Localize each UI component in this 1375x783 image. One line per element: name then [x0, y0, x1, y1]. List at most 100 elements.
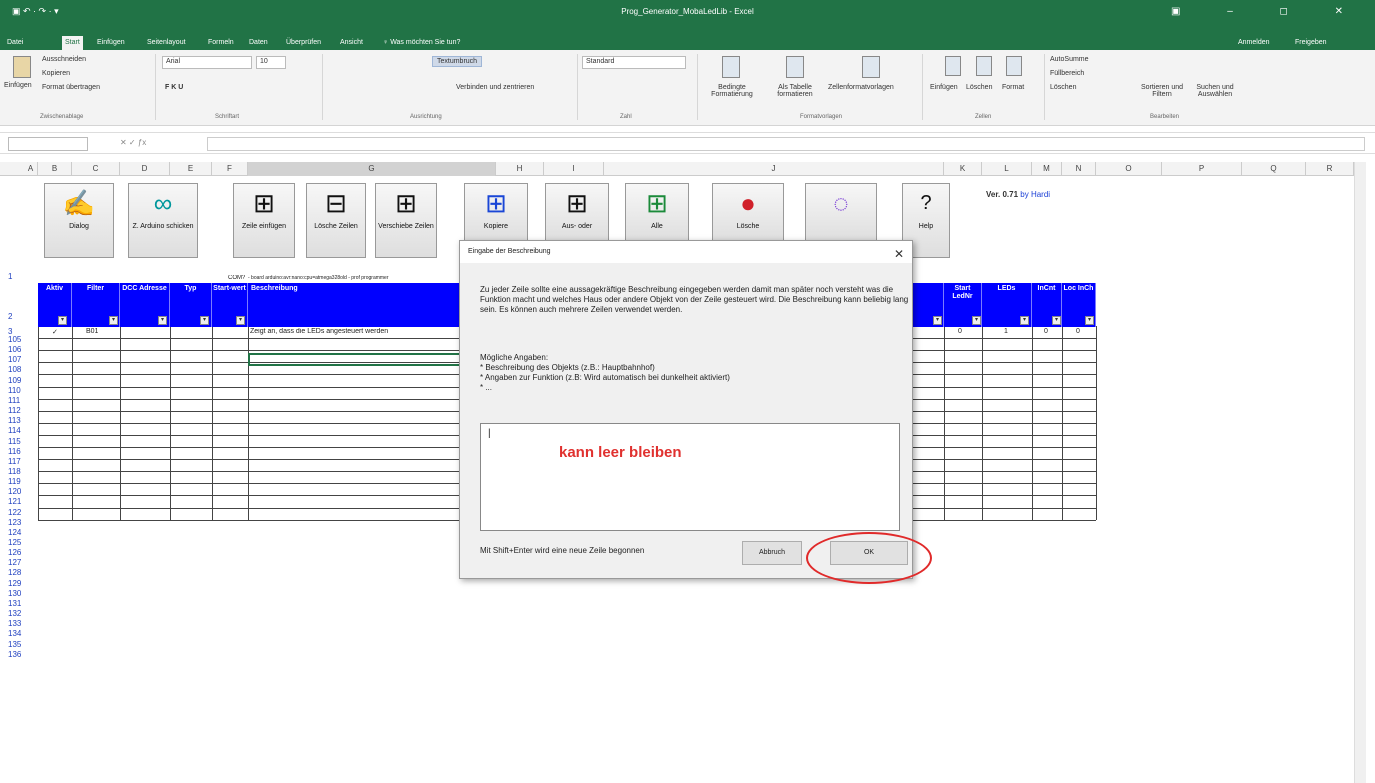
- col-header[interactable]: O: [1096, 162, 1162, 176]
- autosum-button[interactable]: AutoSumme: [1050, 56, 1089, 63]
- copy-rows-button[interactable]: ⊞ Kopiere: [464, 183, 528, 243]
- close-icon[interactable]: ✕: [894, 243, 904, 265]
- fx-icon[interactable]: ✕ ✓ ƒx: [120, 138, 146, 147]
- font-name-select[interactable]: Arial: [162, 56, 252, 69]
- copy-rows-icon: ⊞: [485, 188, 507, 218]
- insert-cells-icon[interactable]: [945, 56, 961, 76]
- color-wheel-button[interactable]: ◌: [805, 183, 877, 243]
- col-header[interactable]: E: [170, 162, 212, 176]
- board-note: - board arduino:avr:nano:cpu=atmega328ol…: [248, 275, 389, 281]
- col-header[interactable]: F: [212, 162, 248, 176]
- col-header[interactable]: N: [1062, 162, 1096, 176]
- cell-start-led[interactable]: 0: [958, 328, 962, 335]
- send-arduino-button[interactable]: ∞ Z. Arduino schicken: [128, 183, 198, 258]
- show-all-icon: ⊞: [646, 188, 668, 218]
- col-header[interactable]: Q: [1242, 162, 1306, 176]
- col-header[interactable]: P: [1162, 162, 1242, 176]
- filter-dropdown-icon[interactable]: ▾: [1085, 316, 1094, 325]
- filter-dropdown-icon[interactable]: ▾: [1020, 316, 1029, 325]
- find-select-button[interactable]: Suchen und Auswählen: [1190, 84, 1240, 98]
- col-header[interactable]: G: [248, 162, 496, 176]
- col-header[interactable]: J: [604, 162, 944, 176]
- show-all-button[interactable]: ⊞ Alle: [625, 183, 689, 243]
- col-header[interactable]: L: [982, 162, 1032, 176]
- ribbon-tabs: Datei Start Einfügen Seitenlayout Formel…: [0, 34, 1375, 50]
- paste-button[interactable]: Einfügen: [4, 82, 32, 89]
- filter-dropdown-icon[interactable]: ▾: [58, 316, 67, 325]
- filter-dropdown-icon[interactable]: ▾: [972, 316, 981, 325]
- conditional-formatting-button[interactable]: Bedingte Formatierung: [702, 84, 762, 98]
- filter-dropdown-icon[interactable]: ▾: [236, 316, 245, 325]
- col-header[interactable]: K: [944, 162, 982, 176]
- cell-filter[interactable]: B01: [86, 328, 98, 335]
- description-input[interactable]: | kann leer bleiben: [480, 423, 900, 531]
- col-header[interactable]: D: [120, 162, 170, 176]
- move-rows-button[interactable]: ⊞ Verschiebe Zeilen: [375, 183, 437, 258]
- cell-beschreibung[interactable]: Zeigt an, dass die LEDs angesteuert werd…: [250, 328, 458, 335]
- move-rows-icon: ⊞: [395, 188, 417, 218]
- vertical-scrollbar[interactable]: [1354, 162, 1366, 783]
- wrap-text-button[interactable]: Textumbruch: [432, 56, 483, 67]
- dialog-button[interactable]: ✍ Dialog: [44, 183, 114, 258]
- name-box[interactable]: [8, 137, 88, 151]
- delete-new-button[interactable]: ● Lösche: [712, 183, 784, 243]
- filter-dropdown-icon[interactable]: ▾: [1052, 316, 1061, 325]
- format-cells-button[interactable]: Format: [1002, 84, 1024, 91]
- merge-center-button[interactable]: Verbinden und zentrieren: [456, 84, 534, 91]
- number-group-label: Zahl: [620, 114, 632, 120]
- delete-rows-button[interactable]: ⊟ Lösche Zeilen: [306, 183, 366, 258]
- copy-button[interactable]: Kopieren: [42, 70, 70, 77]
- tell-me-search[interactable]: ♀ Was möchten Sie tun?: [380, 36, 463, 50]
- format-painter-button[interactable]: Format übertragen: [42, 84, 100, 91]
- col-header[interactable]: H: [496, 162, 544, 176]
- col-header[interactable]: R: [1306, 162, 1354, 176]
- cancel-button[interactable]: Abbruch: [742, 541, 802, 565]
- formula-input[interactable]: [207, 137, 1365, 151]
- filter-dropdown-icon[interactable]: ▾: [109, 316, 118, 325]
- window-controls[interactable]: ▣ – ◻ ✕: [1171, 6, 1365, 17]
- conditional-formatting-icon[interactable]: [722, 56, 740, 78]
- col-header[interactable]: C: [72, 162, 120, 176]
- clear-button[interactable]: Löschen: [1050, 84, 1076, 91]
- insert-cells-button[interactable]: Einfügen: [930, 84, 958, 91]
- number-format-select[interactable]: Standard: [582, 56, 686, 69]
- hide-rows-button[interactable]: ⊞ Aus- oder: [545, 183, 609, 243]
- col-header[interactable]: M: [1032, 162, 1062, 176]
- filter-dropdown-icon[interactable]: ▾: [200, 316, 209, 325]
- col-header[interactable]: A: [24, 162, 38, 176]
- cell-styles-button[interactable]: Zellenformatvorlagen: [828, 84, 894, 91]
- format-as-table-button[interactable]: Als Tabelle formatieren: [762, 84, 828, 98]
- tab-daten[interactable]: Daten: [246, 36, 271, 50]
- format-cells-icon[interactable]: [1006, 56, 1022, 76]
- cell-incnt[interactable]: 0: [1044, 328, 1048, 335]
- tab-datei[interactable]: Datei: [4, 36, 26, 50]
- tab-einfuegen[interactable]: Einfügen: [94, 36, 128, 50]
- bold-italic-underline-buttons[interactable]: F K U: [165, 84, 183, 91]
- fill-button[interactable]: Füllbereich: [1050, 70, 1084, 77]
- sign-in-link[interactable]: Anmelden: [1235, 36, 1273, 50]
- delete-cells-icon[interactable]: [976, 56, 992, 76]
- filter-dropdown-icon[interactable]: ▾: [933, 316, 942, 325]
- tab-start[interactable]: Start: [62, 36, 83, 50]
- tab-ueberpruefen[interactable]: Überprüfen: [283, 36, 324, 50]
- selected-cell[interactable]: [248, 353, 462, 366]
- filter-dropdown-icon[interactable]: ▾: [158, 316, 167, 325]
- insert-row-button[interactable]: ⊞ Zeile einfügen: [233, 183, 295, 258]
- col-header[interactable]: B: [38, 162, 72, 176]
- sort-filter-button[interactable]: Sortieren und Filtern: [1138, 84, 1186, 98]
- tab-seitenlayout[interactable]: Seitenlayout: [144, 36, 189, 50]
- cell-styles-icon[interactable]: [862, 56, 880, 78]
- tab-formeln[interactable]: Formeln: [205, 36, 237, 50]
- cell-loc[interactable]: 0: [1076, 328, 1080, 335]
- paste-icon[interactable]: [13, 56, 31, 78]
- formula-bar: ✕ ✓ ƒx: [0, 132, 1375, 154]
- cell-leds[interactable]: 1: [1004, 328, 1008, 335]
- cut-button[interactable]: Ausschneiden: [42, 56, 86, 63]
- font-size-select[interactable]: 10: [256, 56, 286, 69]
- delete-cells-button[interactable]: Löschen: [966, 84, 992, 91]
- col-header[interactable]: I: [544, 162, 604, 176]
- format-as-table-icon[interactable]: [786, 56, 804, 78]
- tab-ansicht[interactable]: Ansicht: [337, 36, 366, 50]
- share-button[interactable]: Freigeben: [1292, 36, 1330, 50]
- cell-aktiv[interactable]: ✓: [52, 328, 58, 336]
